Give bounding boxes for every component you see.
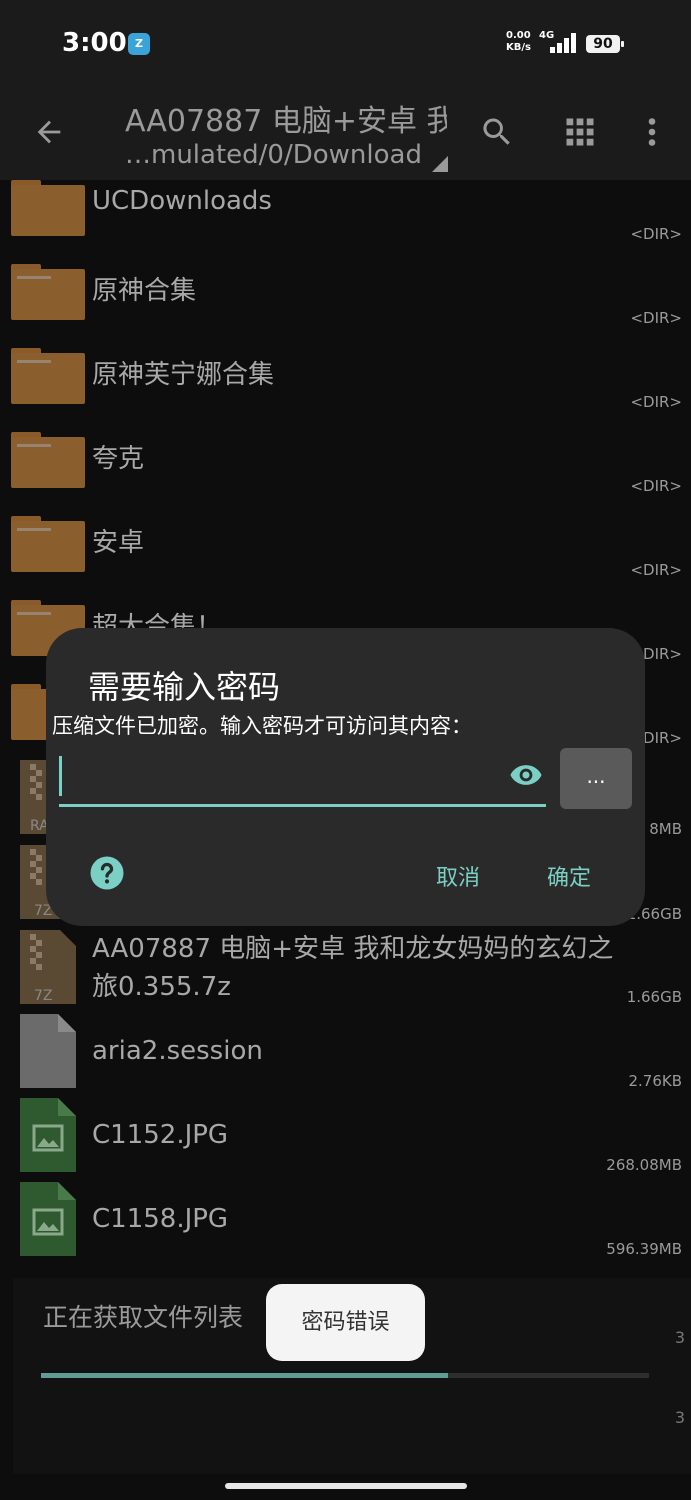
grid-view-icon[interactable]: [562, 114, 598, 150]
folder-icon: [11, 348, 85, 404]
help-icon[interactable]: [89, 855, 125, 891]
item-meta: 268.08MB: [606, 1156, 682, 1174]
edge-mark: 3: [674, 1408, 685, 1427]
list-item[interactable]: C1152.JPG 268.08MB: [0, 1098, 691, 1182]
status-bar: 3:00 Z 0.00 KB/s 4G 90: [0, 0, 691, 90]
battery-icon: 90: [586, 35, 624, 53]
loading-text: 正在获取文件列表: [43, 1303, 244, 1332]
file-icon: [20, 1014, 76, 1088]
archive-title: AA07887 电脑+安卓 我和龙女妈妈的玄幻之旅0.355.7z: [125, 104, 447, 139]
path-subtitle[interactable]: …mulated/0/Download: [125, 140, 422, 170]
item-meta: <DIR>: [630, 225, 682, 243]
text-caret: [59, 756, 62, 796]
folder-icon: [11, 432, 85, 488]
item-name: C1152.JPG: [92, 1120, 229, 1150]
item-name: C1158.JPG: [92, 1204, 229, 1234]
network-speed: 0.00 KB/s 4G: [506, 30, 554, 54]
item-name: 安卓: [92, 528, 145, 558]
password-dialog: 需要输入密码 压缩文件已加密。输入密码才可访问其内容： ... 取消 确定: [46, 628, 645, 926]
home-gesture-bar[interactable]: [225, 1483, 467, 1489]
item-meta: 8MB: [649, 820, 682, 838]
progress-bar: [41, 1373, 649, 1378]
path-dropdown-icon[interactable]: [432, 156, 448, 172]
folder-icon: [11, 516, 85, 572]
image-file-icon: [20, 1182, 76, 1256]
edge-mark: 3: [674, 1328, 685, 1347]
back-arrow-icon[interactable]: [32, 115, 66, 149]
item-meta: 1.66GB: [626, 988, 682, 1006]
progress-fill: [41, 1373, 449, 1378]
image-file-icon: [20, 1098, 76, 1172]
item-name: 原神合集: [92, 276, 197, 306]
7z-archive-icon: 7Z: [20, 930, 76, 1004]
signal-icon: [550, 33, 578, 53]
password-options-button[interactable]: ...: [560, 748, 632, 809]
list-item[interactable]: 7Z AA07887 电脑+安卓 我和龙女妈妈的玄幻之旅0.355.7z 1.6…: [0, 930, 691, 1014]
folder-icon: [11, 180, 85, 236]
item-meta: <DIR>: [630, 477, 682, 495]
list-item[interactable]: 原神合集 <DIR>: [0, 264, 691, 348]
item-meta: 596.39MB: [606, 1240, 682, 1258]
item-name: UCDownloads: [92, 186, 272, 216]
item-meta: <DIR>: [630, 393, 682, 411]
item-name: AA07887 电脑+安卓 我和龙女妈妈的玄幻之旅0.355.7z: [92, 934, 614, 1002]
list-item[interactable]: UCDownloads <DIR>: [0, 180, 691, 264]
status-time: 3:00: [62, 28, 127, 58]
password-field-wrapper: [59, 750, 546, 807]
list-item[interactable]: 安卓 <DIR>: [0, 516, 691, 600]
more-vert-icon[interactable]: [634, 114, 670, 150]
search-icon[interactable]: [479, 114, 515, 150]
app-notification-icon: Z: [128, 33, 150, 55]
item-meta: <DIR>: [630, 309, 682, 327]
net-speed-unit: KB/s: [506, 42, 531, 53]
archive-type-label: 7Z: [34, 988, 53, 1004]
app-bar: AA07887 电脑+安卓 我和龙女妈妈的玄幻之旅0.355.7z …mulat…: [0, 90, 691, 180]
show-password-icon[interactable]: [505, 758, 547, 792]
list-item[interactable]: 夸克 <DIR>: [0, 432, 691, 516]
password-input[interactable]: [59, 750, 489, 800]
list-item[interactable]: aria2.session 2.76KB: [0, 1014, 691, 1098]
item-name: aria2.session: [92, 1036, 263, 1066]
toast-message: 密码错误: [266, 1284, 425, 1361]
cancel-button[interactable]: 取消: [436, 860, 480, 892]
folder-icon: [11, 264, 85, 320]
list-item[interactable]: C1158.JPG 596.39MB: [0, 1182, 691, 1266]
net-speed-value: 0.00: [506, 30, 531, 41]
dialog-message: 压缩文件已加密。输入密码才可访问其内容：: [52, 714, 472, 738]
dialog-title: 需要输入密码: [88, 668, 281, 706]
item-meta: 2.76KB: [628, 1072, 682, 1090]
item-meta: <DIR>: [630, 561, 682, 579]
list-item[interactable]: 原神芙宁娜合集 <DIR>: [0, 348, 691, 432]
ok-button[interactable]: 确定: [547, 860, 591, 892]
item-name: 原神芙宁娜合集: [92, 360, 275, 390]
item-name: 夸克: [92, 444, 145, 474]
